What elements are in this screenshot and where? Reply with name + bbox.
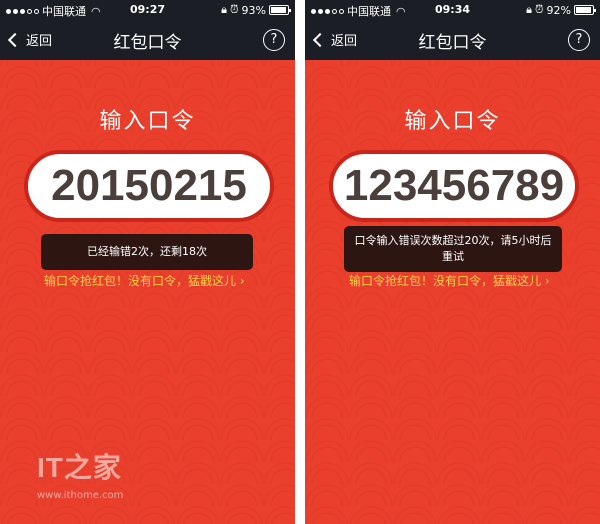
toast-text: 口令输入错误次数超过20次，请5小时后重试 [354,234,552,263]
code-value: 123456789 [343,161,565,210]
get-code-link[interactable]: 输口令抢红包！没有口令，猛戳这儿 › [349,272,550,289]
alarm-icon: ⏰︎ [534,3,544,16]
help-button[interactable]: ? [263,29,285,51]
status-bar: 中国联通 ◠ 09:27 🔒︎ ⏰︎ 93% [0,0,295,20]
watermark: IT之家 www.ithome.com [37,446,123,501]
status-right: 🔒︎ ⏰︎ 92% [526,3,596,17]
watermark-logo: IT之家 [37,452,122,483]
code-value: 20150215 [51,161,247,210]
question-icon: ? [270,32,278,47]
get-code-link[interactable]: 输口令抢红包！没有口令，猛戳这儿 › [44,272,245,289]
nav-bar: 返回 红包口令 ? [305,20,600,60]
prompt-title: 输入口令 [99,109,196,134]
lock-icon: 🔒︎ [221,3,227,16]
watermark-url: www.ithome.com [37,490,124,501]
code-input[interactable]: 20150215 [24,150,274,222]
battery-icon [574,5,596,15]
status-bar: 中国联通 ◠ 09:34 🔒︎ ⏰︎ 92% [305,0,600,20]
alarm-icon: ⏰︎ [229,3,239,16]
phone-screen-left: 中国联通 ◠ 09:27 🔒︎ ⏰︎ 93% 返回 红包口令 ? 输入口令 20… [0,0,295,524]
lock-icon: 🔒︎ [526,3,532,16]
error-toast: 口令输入错误次数超过20次，请5小时后重试 [344,226,562,272]
page-title: 红包口令 [418,33,487,53]
status-right: 🔒︎ ⏰︎ 93% [221,3,291,17]
battery-icon [269,5,291,15]
question-icon: ? [575,32,583,47]
battery-percent: 93% [241,3,266,17]
error-toast: 已经输错2次，还剩18次 [41,234,253,270]
toast-text: 已经输错2次，还剩18次 [87,245,207,258]
phone-screen-right: 中国联通 ◠ 09:34 🔒︎ ⏰︎ 92% 返回 红包口令 ? 输入口令 12… [305,0,600,524]
prompt-title: 输入口令 [404,109,501,134]
page-title: 红包口令 [113,33,182,53]
battery-percent: 92% [546,3,571,17]
nav-bar: 返回 红包口令 ? [0,20,295,60]
help-button[interactable]: ? [568,29,590,51]
code-input[interactable]: 123456789 [329,150,579,222]
